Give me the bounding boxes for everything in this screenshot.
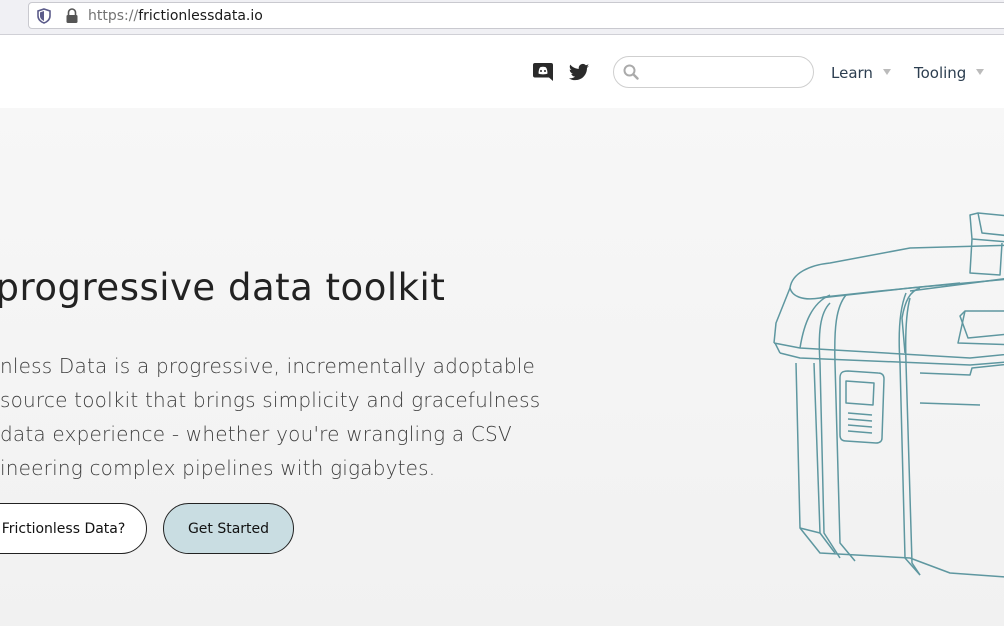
url-protocol: https://	[88, 8, 139, 24]
get-started-button[interactable]: Get Started	[163, 503, 294, 554]
nav-learn-dropdown[interactable]: Learn	[831, 63, 891, 83]
site-header: Learn Tooling	[0, 35, 1004, 108]
nav-tooling-label: Tooling	[914, 64, 967, 82]
hero-description-line: ineering complex pipelines with gigabyte…	[0, 456, 436, 480]
address-bar[interactable]: https://frictionlessdata.io	[28, 2, 1004, 29]
url-host: frictionlessdata.io	[138, 8, 263, 24]
chevron-down-icon	[882, 68, 891, 75]
url-text[interactable]: https://frictionlessdata.io	[88, 8, 263, 24]
why-frictionless-label: Frictionless Data?	[1, 520, 126, 537]
toolbox-illustration	[773, 212, 1004, 578]
why-frictionless-button[interactable]: Frictionless Data?	[0, 503, 147, 554]
twitter-icon[interactable]	[568, 63, 590, 83]
hero-description-line: source toolkit that brings simplicity an…	[0, 388, 541, 412]
search-input[interactable]	[646, 61, 810, 85]
browser-toolbar: https://frictionlessdata.io	[0, 0, 1004, 35]
discord-icon[interactable]	[532, 62, 554, 82]
hero-title: e progressive data toolkit	[0, 266, 446, 309]
lock-icon[interactable]	[65, 8, 79, 24]
nav-tooling-dropdown[interactable]: Tooling	[914, 63, 985, 83]
chevron-down-icon	[976, 68, 985, 75]
nav-learn-label: Learn	[831, 64, 873, 82]
get-started-label: Get Started	[187, 520, 270, 537]
hero-description-line: nless Data is a progressive, incremental…	[0, 354, 535, 378]
hero-section: e progressive data toolkit nless Data is…	[0, 108, 1004, 626]
search-box[interactable]	[613, 56, 814, 88]
tracking-protection-shield-icon[interactable]	[37, 8, 51, 24]
hero-description: nless Data is a progressive, incremental…	[0, 349, 580, 485]
hero-description-line: data experience - whether you're wrangli…	[0, 422, 512, 446]
search-icon	[623, 64, 639, 80]
